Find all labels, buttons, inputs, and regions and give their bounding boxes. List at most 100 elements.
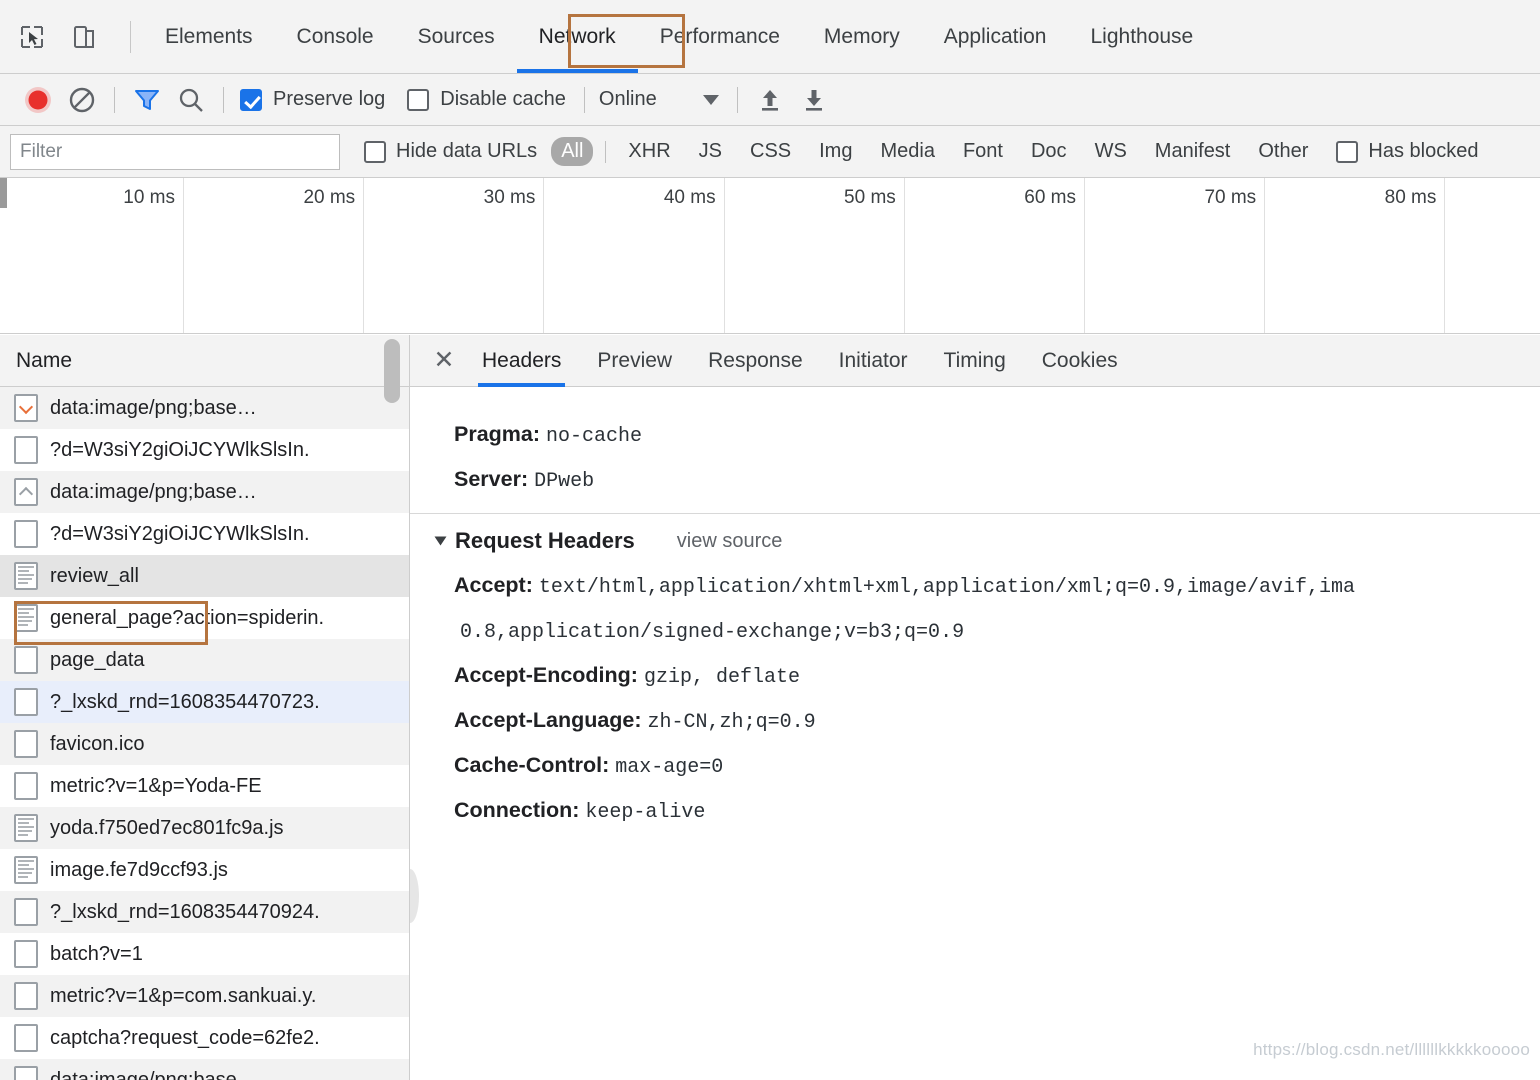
triangle-expand-icon[interactable] <box>434 536 447 546</box>
request-row[interactable]: image.fe7d9ccf93.js <box>0 849 409 891</box>
tab-application[interactable]: Application <box>922 0 1069 73</box>
request-row[interactable]: ?_lxskd_rnd=1608354470924. <box>0 891 409 933</box>
header-line: Pragma: no-cache <box>454 413 1540 458</box>
preserve-log-checkbox[interactable]: Preserve log <box>240 88 385 111</box>
disable-cache-checkbox[interactable]: Disable cache <box>407 88 566 111</box>
request-name: captcha?request_code=62fe2. <box>50 1026 320 1049</box>
request-row[interactable]: data:image/png;base… <box>0 387 409 429</box>
record-circle-icon[interactable] <box>16 78 60 122</box>
request-row[interactable]: favicon.ico <box>0 723 409 765</box>
timeline-tick-label: 40 ms <box>663 187 716 208</box>
hide-data-urls-checkbox-box[interactable] <box>364 140 386 163</box>
header-value: zh-CN,zh;q=0.9 <box>647 711 816 734</box>
request-list-scrollbar[interactable] <box>384 339 400 1080</box>
request-name: image.fe7d9ccf93.js <box>50 858 228 881</box>
type-filter-all[interactable]: All <box>551 137 594 166</box>
type-filter-ws[interactable]: WS <box>1085 137 1137 166</box>
header-line: Connection: keep-alive <box>454 789 1540 834</box>
tab-console[interactable]: Console <box>275 0 396 73</box>
blank-file-icon <box>14 688 38 716</box>
header-line: 0.8,application/signed-exchange;v=b3;q=0… <box>454 609 1540 654</box>
detail-tabbar: ✕ Headers Preview Response Initiator Timing C… <box>410 335 1540 387</box>
network-filter-bar: Hide data URLs All XHR JS CSS Img Media Font Do… <box>0 126 1540 178</box>
header-value: DPweb <box>534 470 595 493</box>
disable-cache-checkbox-box[interactable] <box>407 88 430 111</box>
scrollbar-thumb[interactable] <box>384 339 400 403</box>
chevron-down-icon[interactable] <box>702 94 719 105</box>
detail-tab-initiator[interactable]: Initiator <box>821 335 926 387</box>
header-value: text/html,application/xhtml+xml,applicat… <box>538 576 1355 599</box>
header-value: gzip, deflate <box>643 666 800 689</box>
hide-data-urls-label: Hide data URLs <box>396 140 538 162</box>
upload-arrow-icon[interactable] <box>748 78 792 122</box>
detail-tab-headers[interactable]: Headers <box>464 335 579 387</box>
chevron-down-orange-icon[interactable] <box>14 394 38 422</box>
request-row[interactable]: review_all <box>0 555 409 597</box>
tab-elements[interactable]: Elements <box>143 0 275 73</box>
has-blocked-label: Has blocked <box>1368 140 1479 162</box>
header-key: Accept-Encoding: <box>454 663 638 687</box>
type-filter-font[interactable]: Font <box>953 137 1013 166</box>
header-value: keep-alive <box>585 801 706 824</box>
has-blocked-checkbox-box[interactable] <box>1336 140 1359 163</box>
search-magnifier-icon[interactable] <box>169 78 213 122</box>
filter-input[interactable] <box>10 133 340 170</box>
throttling-select[interactable]: Online <box>599 88 719 111</box>
detail-tab-timing[interactable]: Timing <box>926 335 1024 387</box>
request-row[interactable]: ?d=W3siY2giOiJCYWlkSlsIn. <box>0 429 409 471</box>
cursor-select-icon[interactable] <box>14 19 50 55</box>
request-row[interactable]: captcha?request_code=62fe2. <box>0 1017 409 1059</box>
request-row[interactable]: batch?v=1 <box>0 933 409 975</box>
type-filter-xhr[interactable]: XHR <box>618 137 680 166</box>
view-source-link[interactable]: view source <box>677 530 783 553</box>
request-list-pane: Name data:image/png;base… ?d=W3siY2giOiJC… <box>0 335 410 1080</box>
request-headers-section-header[interactable]: Request Headers view source <box>434 528 1540 554</box>
hide-data-urls-checkbox[interactable]: Hide data URLs <box>364 140 537 163</box>
request-name: page_data <box>50 648 145 671</box>
overview-left-handle[interactable] <box>0 178 7 208</box>
disable-cache-label: Disable cache <box>440 88 566 110</box>
request-row[interactable]: metric?v=1&p=com.sankuai.y. <box>0 975 409 1017</box>
tab-sources[interactable]: Sources <box>396 0 517 73</box>
detail-tab-response[interactable]: Response <box>690 335 821 387</box>
has-blocked-checkbox[interactable]: Has blocked <box>1336 140 1478 163</box>
detail-tab-preview[interactable]: Preview <box>579 335 690 387</box>
type-filter-other[interactable]: Other <box>1248 137 1318 166</box>
request-row[interactable]: ?_lxskd_rnd=1608354470723. <box>0 681 409 723</box>
type-filter-media[interactable]: Media <box>870 137 944 166</box>
timeline-gridline <box>1444 178 1446 333</box>
request-row[interactable]: page_data <box>0 639 409 681</box>
request-list-header[interactable]: Name <box>0 335 409 387</box>
device-toggle-icon[interactable] <box>66 19 102 55</box>
clear-circle-slash-icon[interactable] <box>60 78 104 122</box>
type-filter-manifest[interactable]: Manifest <box>1145 137 1241 166</box>
network-overview-timeline[interactable]: 10 ms 20 ms 30 ms 40 ms 50 ms 60 ms 70 ms 80 ms <box>0 178 1540 334</box>
download-arrow-icon[interactable] <box>792 78 836 122</box>
header-key: Accept: <box>454 573 533 597</box>
tab-memory[interactable]: Memory <box>802 0 922 73</box>
request-row[interactable]: yoda.f750ed7ec801fc9a.js <box>0 807 409 849</box>
toolbar-divider <box>114 86 115 113</box>
type-filter-doc[interactable]: Doc <box>1021 137 1077 166</box>
request-row[interactable]: ?d=W3siY2giOiJCYWlkSlsIn. <box>0 513 409 555</box>
request-headers-list: Accept: text/html,application/xhtml+xml,… <box>454 564 1540 879</box>
request-row[interactable]: general_page?action=spiderin. <box>0 597 409 639</box>
preserve-log-checkbox-box[interactable] <box>240 88 262 111</box>
funnel-filter-icon[interactable] <box>125 78 169 122</box>
timeline-gridline <box>903 178 905 333</box>
type-filter-img[interactable]: Img <box>809 137 862 166</box>
request-row[interactable]: data:image/png;base… <box>0 1059 409 1080</box>
tab-performance[interactable]: Performance <box>638 0 802 73</box>
request-row[interactable]: metric?v=1&p=Yoda-FE <box>0 765 409 807</box>
request-row[interactable]: data:image/png;base… <box>0 471 409 513</box>
tab-network[interactable]: Network <box>516 0 638 73</box>
detail-tab-cookies[interactable]: Cookies <box>1024 335 1136 387</box>
chevron-up-icon[interactable] <box>14 478 38 506</box>
type-filter-js[interactable]: JS <box>689 137 732 166</box>
timeline-tick-label: 70 ms <box>1204 187 1257 208</box>
tab-lighthouse[interactable]: Lighthouse <box>1068 0 1215 73</box>
close-icon[interactable]: ✕ <box>424 341 464 381</box>
timeline-tick-label: 20 ms <box>303 187 356 208</box>
type-filter-css[interactable]: CSS <box>740 137 801 166</box>
timeline-gridline <box>1264 178 1266 333</box>
